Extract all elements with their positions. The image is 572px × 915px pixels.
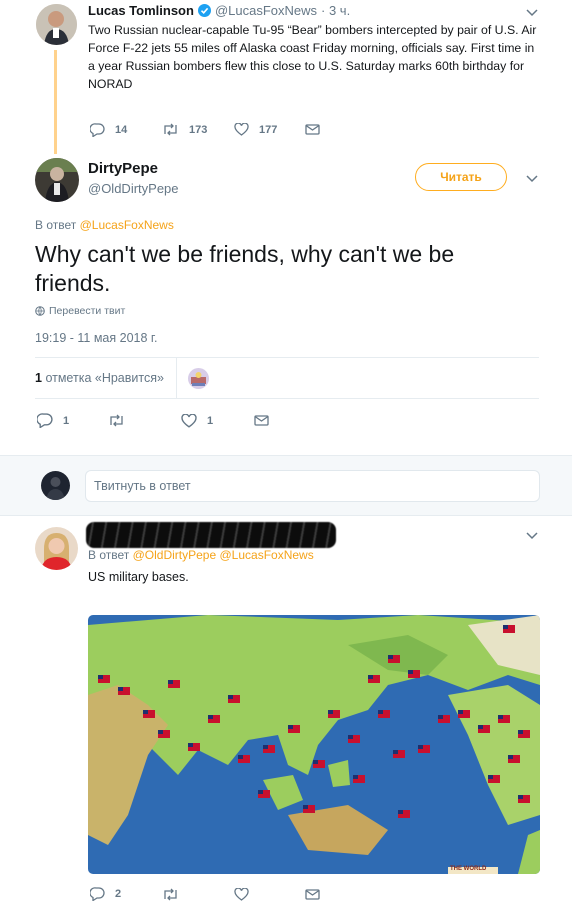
chevron-down-icon[interactable] [525, 8, 539, 18]
main-like-count: 1 [207, 415, 214, 427]
reply-icon [90, 123, 105, 137]
verified-badge-icon [197, 4, 211, 17]
map-caption: THE WORLD [450, 866, 487, 872]
reply-to-link-2[interactable]: @LucasFoxNews [220, 548, 314, 562]
main-author-handle[interactable]: @OldDirtyPepe [88, 181, 179, 196]
likes-summary-count: 1 [35, 371, 42, 385]
current-user-avatar[interactable] [41, 471, 70, 500]
chevron-down-icon[interactable] [525, 174, 539, 184]
reply-input[interactable]: Твитнуть в ответ [85, 470, 540, 502]
tweet1-retweet-button[interactable]: 173 [162, 123, 207, 136]
globe-icon [35, 306, 45, 316]
divider [35, 398, 539, 399]
tweet1-text: Two Russian nuclear-capable Tu-95 “Bear”… [88, 23, 537, 91]
reply-context: В ответ @OldDirtyPepe @LucasFoxNews [88, 548, 314, 562]
envelope-icon [305, 889, 320, 900]
heart-icon [234, 888, 249, 901]
reply-tweet-text: US military bases. [88, 570, 189, 584]
reply-tweet-like-button[interactable] [234, 888, 249, 901]
tweet1-author-handle[interactable]: @LucasFoxNews [215, 3, 317, 18]
avatar-dirtypepe[interactable] [35, 158, 79, 202]
likes-summary[interactable]: 1 отметка «Нравится» [35, 371, 164, 385]
tweet1-reply-button[interactable]: 14 [90, 123, 127, 137]
follow-button[interactable]: Читать [415, 163, 507, 191]
reply-prefix: В ответ [88, 548, 130, 562]
main-reply-count: 1 [63, 414, 70, 427]
tweet1-like-button[interactable]: 177 [234, 123, 277, 136]
main-tweet-text: Why can't we be friends, why can't we be… [35, 241, 455, 296]
reply-prefix: В ответ [35, 218, 77, 232]
heart-icon [234, 123, 249, 136]
likes-summary-label: отметка «Нравится» [45, 371, 164, 385]
avatar-lucas[interactable] [36, 4, 77, 45]
tweet1-message-button[interactable] [305, 124, 320, 135]
heart-icon [181, 414, 197, 428]
main-reply-button[interactable]: 1 [37, 413, 69, 428]
redacted-author-name [86, 522, 336, 548]
reply-icon [90, 887, 105, 901]
tweet1-retweet-count: 173 [189, 123, 208, 136]
tweet1-reply-count: 14 [115, 124, 128, 136]
retweet-icon [164, 888, 177, 901]
main-message-button[interactable] [254, 415, 269, 426]
translate-link[interactable]: Перевести твит [35, 305, 125, 317]
reply-to-link-1[interactable]: @OldDirtyPepe [133, 548, 217, 562]
retweet-icon [110, 414, 123, 427]
tweet1-author-name[interactable]: Lucas Tomlinson [88, 3, 194, 18]
vertical-divider [176, 358, 177, 398]
chevron-down-icon[interactable] [525, 531, 539, 541]
main-like-button[interactable]: 1 [181, 414, 213, 428]
tweet1-header: Lucas Tomlinson @LucasFoxNews · 3 ч. [88, 3, 350, 18]
liker-avatar[interactable] [188, 368, 209, 389]
thread-line [54, 50, 57, 154]
retweet-icon [164, 123, 177, 136]
tweet1-like-count: 177 [259, 123, 278, 136]
envelope-icon [305, 124, 320, 135]
tweet1-time[interactable]: · 3 ч. [321, 3, 350, 18]
map-image[interactable]: THE WORLD [88, 615, 540, 874]
reply-icon [37, 413, 53, 428]
main-author-name[interactable]: DirtyPepe [88, 160, 158, 177]
divider [35, 357, 539, 358]
reply-tweet-retweet-button[interactable] [162, 888, 179, 901]
avatar-reply-user[interactable] [35, 527, 78, 570]
reply-tweet-reply-button[interactable]: 2 [90, 887, 121, 901]
reply-to-link[interactable]: @LucasFoxNews [80, 218, 174, 232]
main-timestamp[interactable]: 19:19 - 11 мая 2018 г. [35, 331, 157, 345]
main-retweet-button[interactable] [108, 414, 135, 427]
main-reply-context: В ответ @LucasFoxNews [35, 218, 174, 232]
envelope-icon [254, 415, 269, 426]
reply-tweet-message-button[interactable] [305, 889, 320, 900]
reply-tweet-reply-count: 2 [115, 888, 122, 900]
translate-label: Перевести твит [49, 305, 126, 317]
